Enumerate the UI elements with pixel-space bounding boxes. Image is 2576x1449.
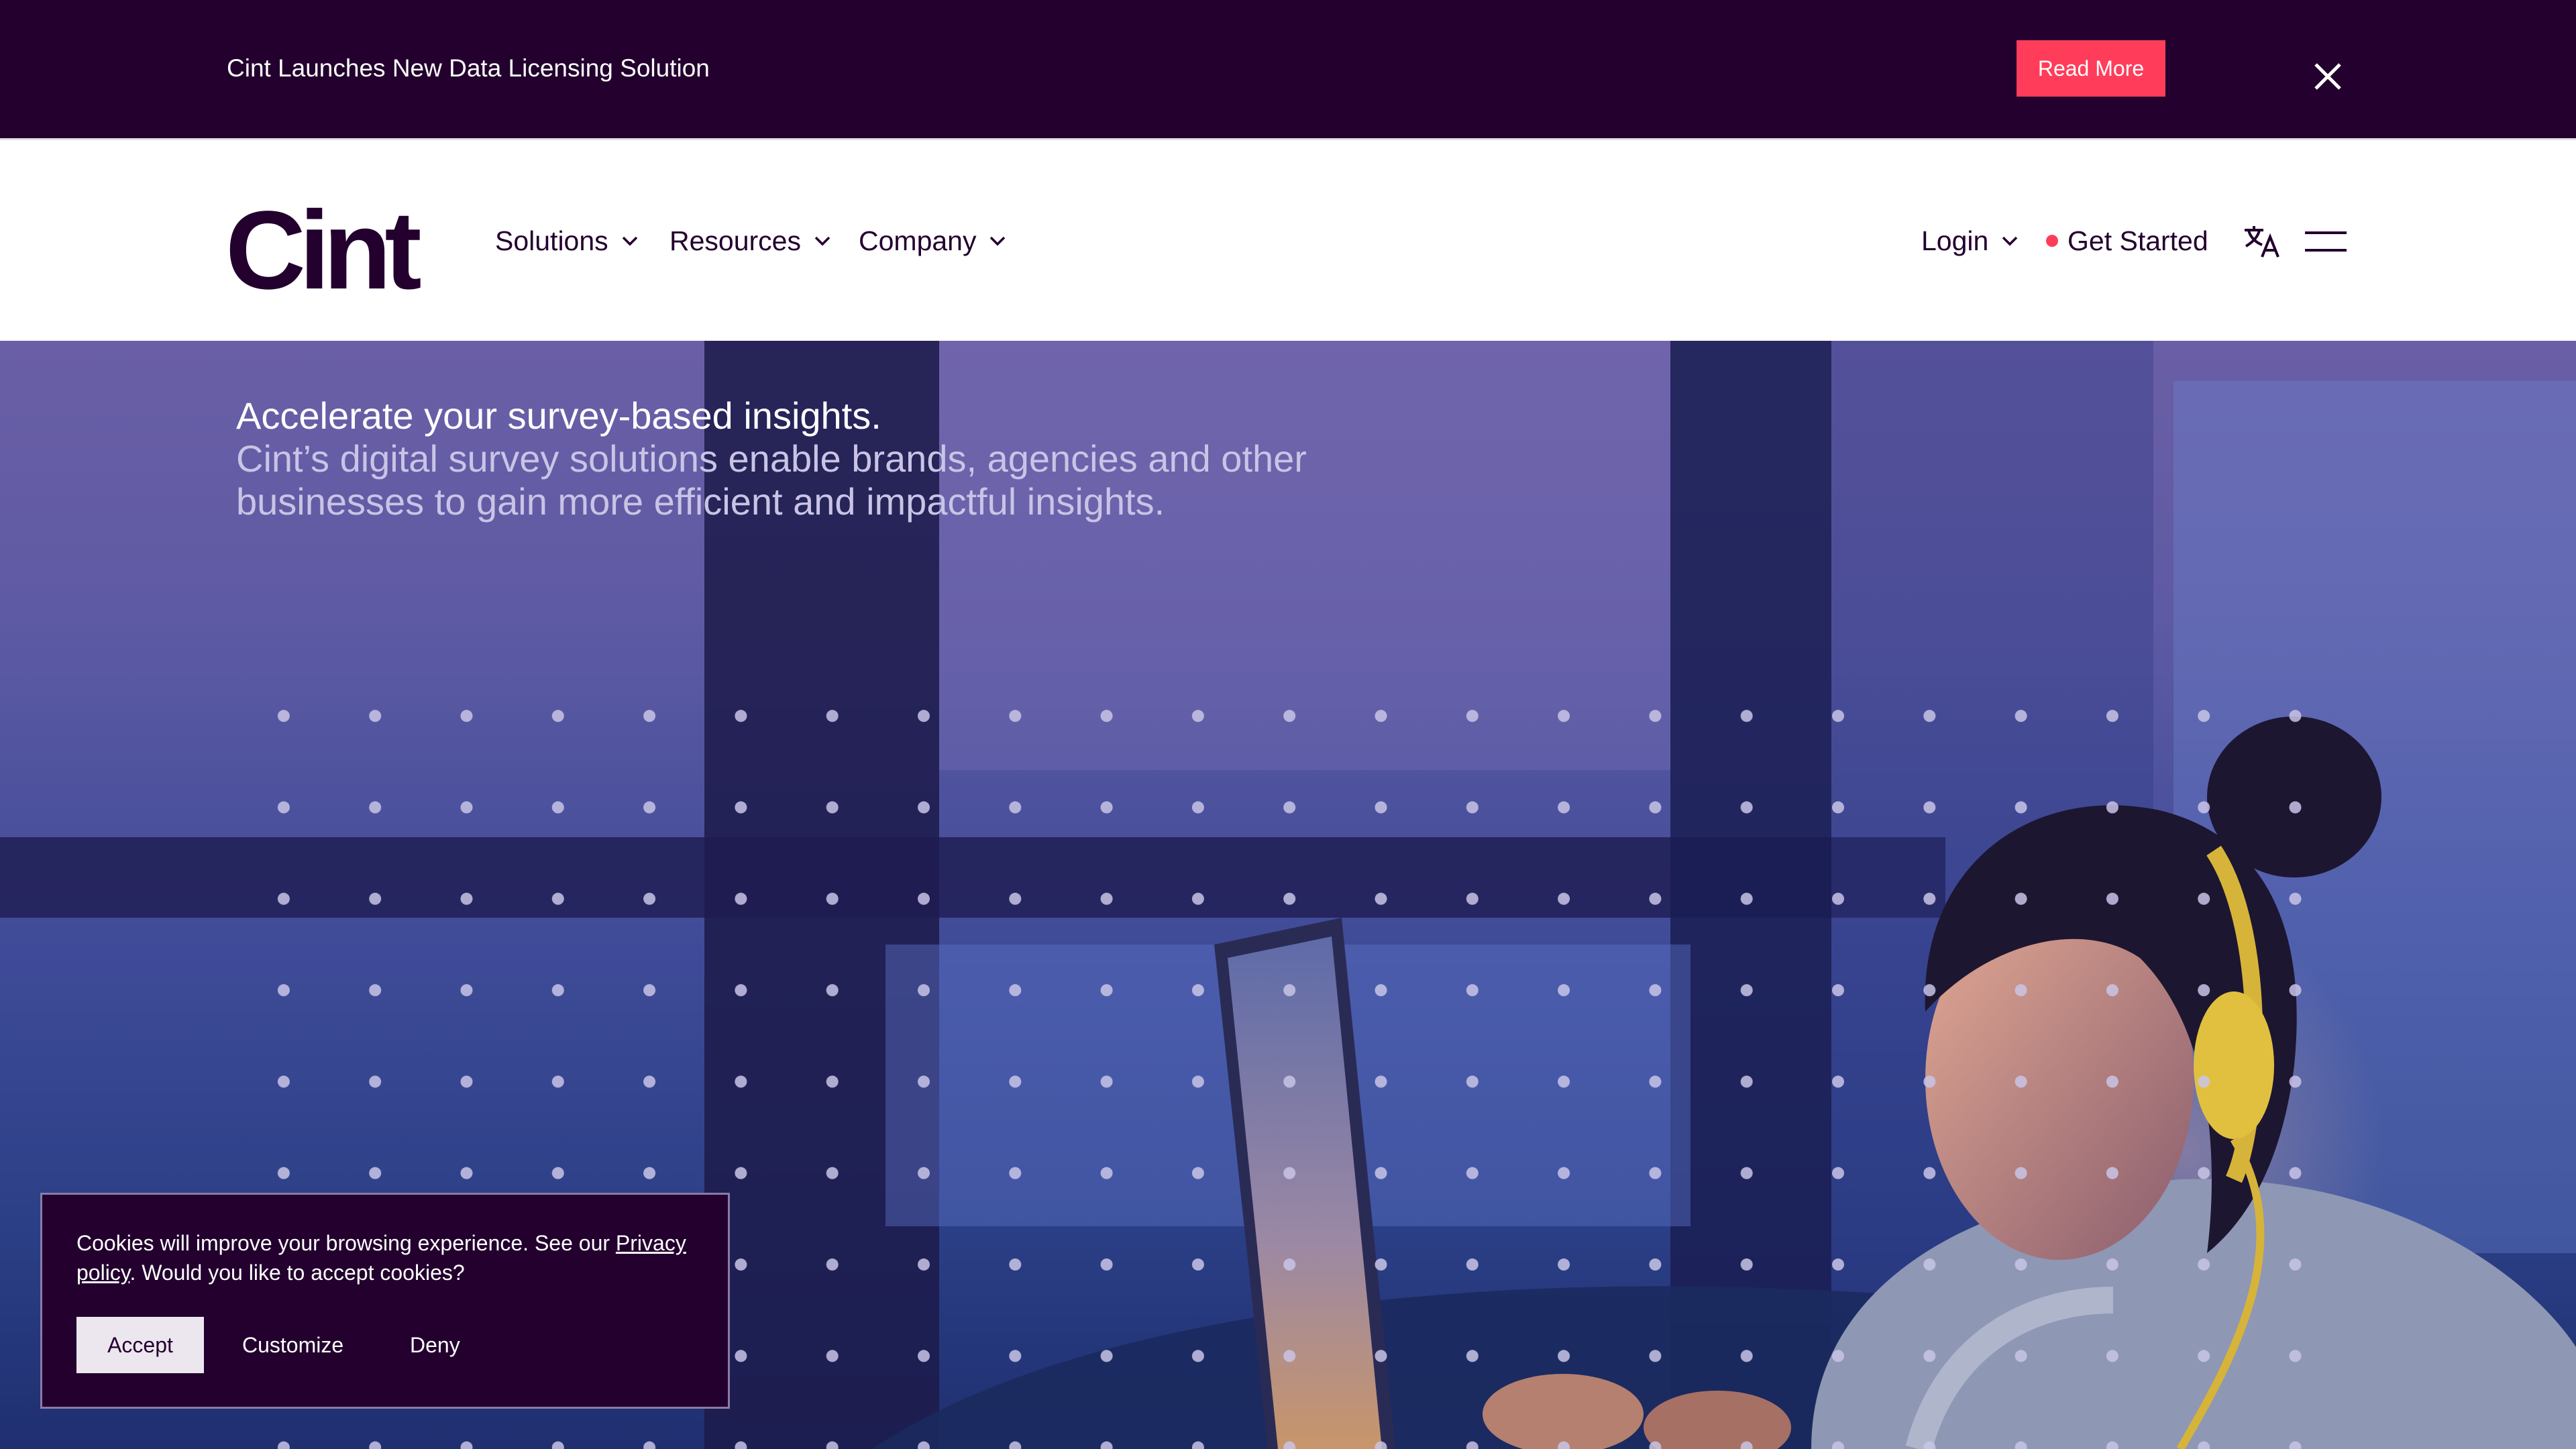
nav-resources-label: Resources [669,225,801,256]
login-menu[interactable]: Login [1921,223,2018,258]
deny-cookies-button[interactable]: Deny [410,1317,460,1373]
nav-company[interactable]: Company [859,223,1006,258]
hamburger-menu-icon[interactable] [2304,230,2348,253]
cookie-text-before: Cookies will improve your browsing exper… [76,1231,616,1255]
announcement-banner: Cint Launches New Data Licensing Solutio… [0,0,2576,138]
translate-icon[interactable] [2243,225,2281,258]
read-more-button[interactable]: Read More [2017,40,2165,97]
nav-resources[interactable]: Resources [669,223,830,258]
nav-company-label: Company [859,225,977,256]
cookie-text-after: . Would you like to accept cookies? [129,1260,465,1285]
get-started-label: Get Started [2068,225,2208,256]
chevron-down-icon [622,236,637,246]
hero-subtitle: Cint’s digital survey solutions enable b… [236,437,1307,523]
cint-logo[interactable]: Cint [225,195,422,307]
nav-solutions[interactable]: Solutions [495,223,638,258]
status-dot-icon [2046,235,2058,247]
chevron-down-icon [990,236,1006,246]
chevron-down-icon [814,236,830,246]
hero-title: Accelerate your survey-based insights. [236,394,881,437]
announcement-text: Cint Launches New Data Licensing Solutio… [227,54,710,82]
get-started-link[interactable]: Get Started [2046,223,2208,258]
customize-cookies-button[interactable]: Customize [242,1317,343,1373]
close-icon[interactable] [2312,60,2344,93]
site-header: Cint Solutions Resources Company Login G… [0,138,2576,341]
login-label: Login [1921,225,1989,256]
chevron-down-icon [2002,236,2018,246]
nav-solutions-label: Solutions [495,225,608,256]
cookie-message: Cookies will improve your browsing exper… [76,1228,707,1287]
cookie-consent-banner: Cookies will improve your browsing exper… [40,1193,730,1409]
accept-cookies-button[interactable]: Accept [76,1317,204,1373]
